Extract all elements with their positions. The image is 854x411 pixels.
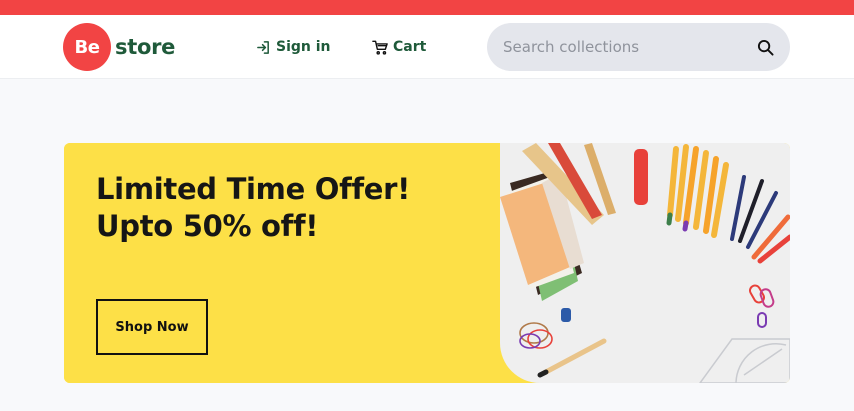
promo-text-panel: Limited Time Offer! Upto 50% off! Shop N… xyxy=(64,143,500,383)
store-logo[interactable]: Be store xyxy=(63,23,175,71)
sign-in-label: Sign in xyxy=(276,39,331,55)
stationery-illustration xyxy=(500,143,790,383)
search-button[interactable] xyxy=(754,36,776,58)
search-input[interactable] xyxy=(503,38,754,56)
search-icon xyxy=(757,39,774,56)
rubber-bands xyxy=(519,322,553,349)
pens xyxy=(730,175,790,264)
cart-icon xyxy=(372,40,388,55)
protractor xyxy=(699,338,790,383)
pencils xyxy=(666,144,729,238)
promo-title-line1: Limited Time Offer! xyxy=(96,172,411,206)
cart-link[interactable]: Cart xyxy=(372,37,426,57)
red-marker xyxy=(634,149,648,205)
logo-badge: Be xyxy=(63,23,111,71)
promo-title: Limited Time Offer! Upto 50% off! xyxy=(96,171,410,245)
loose-pencil xyxy=(541,338,607,376)
promo-banner: Limited Time Offer! Upto 50% off! Shop N… xyxy=(64,143,790,383)
stationery-image xyxy=(500,143,790,383)
paper-clips xyxy=(561,284,775,328)
promo-title-line2: Upto 50% off! xyxy=(96,209,319,243)
top-accent-bar xyxy=(0,0,854,15)
cart-label: Cart xyxy=(393,39,427,55)
sign-in-icon xyxy=(257,40,269,54)
site-header: Be store Sign in Cart xyxy=(0,15,854,79)
shop-now-button[interactable]: Shop Now xyxy=(96,299,208,355)
sign-in-link[interactable]: Sign in xyxy=(256,37,331,57)
logo-text: store xyxy=(115,35,176,59)
search-bar xyxy=(487,23,790,71)
